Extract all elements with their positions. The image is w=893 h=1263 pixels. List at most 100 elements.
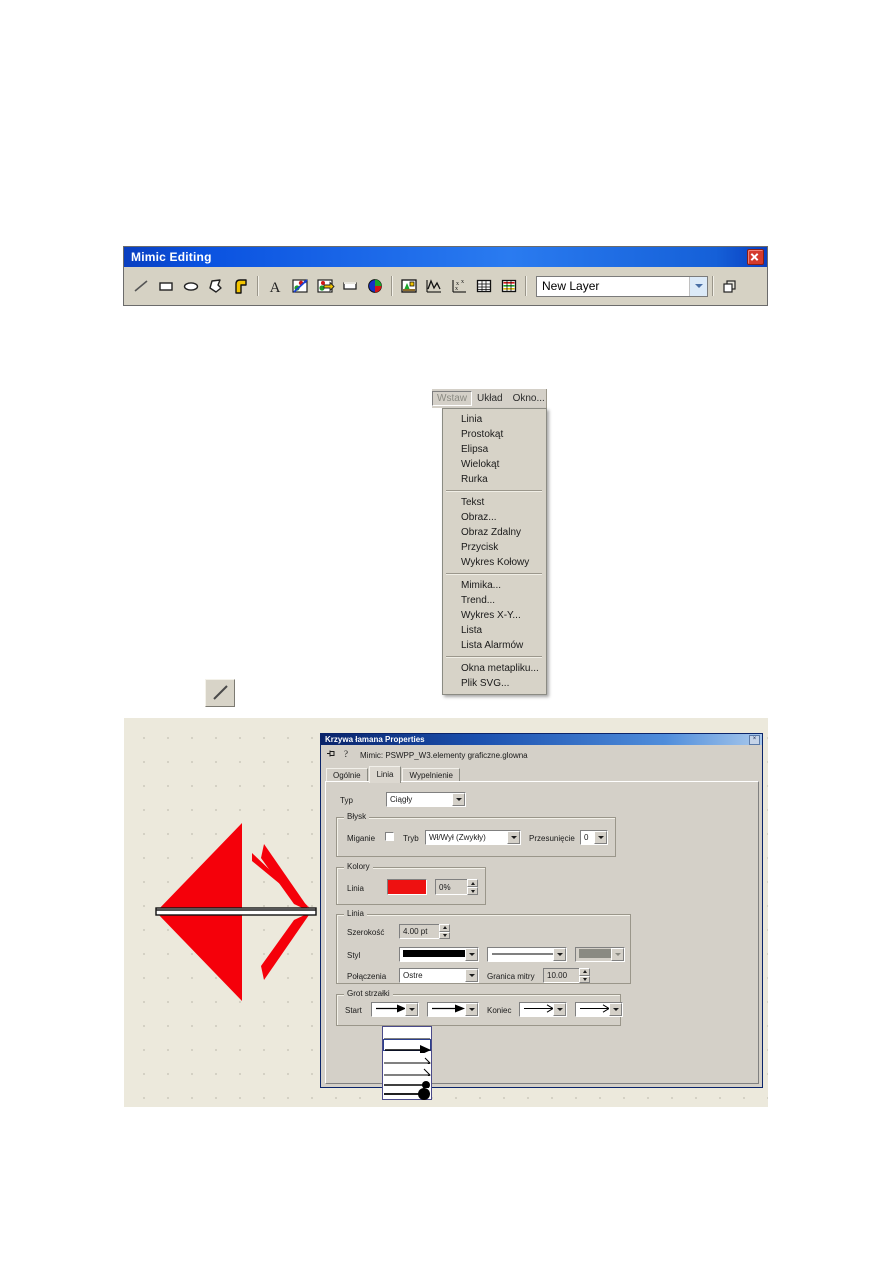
- start-arrow-select-2[interactable]: [427, 1002, 479, 1017]
- svg-text:x: x: [455, 286, 458, 292]
- line-tool[interactable]: [128, 274, 153, 299]
- layer-select[interactable]: New Layer: [536, 275, 708, 297]
- miganie-label: Miganie: [347, 834, 376, 843]
- image-tool[interactable]: [287, 274, 312, 299]
- stepper-up[interactable]: [439, 924, 450, 932]
- pipe-tool[interactable]: [228, 274, 253, 299]
- menu-item-rurka[interactable]: Rurka: [443, 472, 546, 487]
- alarm-list-tool[interactable]: [496, 274, 521, 299]
- koniec-arrow-select-2[interactable]: [575, 1002, 623, 1017]
- stepper-up[interactable]: [467, 879, 478, 887]
- mimic-tool[interactable]: [396, 274, 421, 299]
- text-tool[interactable]: A: [262, 274, 287, 299]
- ellipse-tool[interactable]: [178, 274, 203, 299]
- arrow-option-small-dot[interactable]: [383, 1075, 431, 1089]
- pushpin-icon[interactable]: [326, 746, 337, 764]
- arrow-option-large-dot[interactable]: [383, 1087, 431, 1100]
- linia-color-swatch[interactable]: [387, 879, 427, 895]
- tryb-select[interactable]: Wł/Wył (Zwykły): [425, 830, 521, 845]
- szerokosc-field[interactable]: 4.00 pt: [399, 924, 441, 939]
- grot-group-label: Grot strzałki: [344, 989, 393, 998]
- granica-mitry-field[interactable]: 10.00: [543, 968, 581, 983]
- menu-uklad[interactable]: Układ: [472, 391, 508, 406]
- styl-preview-thin-line: [488, 948, 553, 961]
- layer-select-value: New Layer: [542, 279, 600, 293]
- typ-select[interactable]: Ciągły: [386, 792, 466, 807]
- menu-item-tekst[interactable]: Tekst: [443, 495, 546, 510]
- granica-mitry-stepper[interactable]: [579, 968, 590, 983]
- typ-label: Typ: [340, 796, 353, 805]
- koniec-arrow-select-1[interactable]: [519, 1002, 567, 1017]
- chevron-down-icon[interactable]: [553, 1003, 566, 1016]
- miganie-checkbox[interactable]: [385, 832, 394, 841]
- duplicate-windows-icon[interactable]: [717, 274, 742, 299]
- menu-item-trend[interactable]: Trend...: [443, 593, 546, 608]
- list-tool[interactable]: [471, 274, 496, 299]
- chevron-down-icon[interactable]: [553, 948, 566, 961]
- linia-group: Linia Szerokość 4.00 pt Styl Połączenia …: [336, 909, 631, 984]
- styl-select-3[interactable]: [575, 947, 625, 962]
- polaczenia-select[interactable]: Ostre: [399, 968, 479, 983]
- stepper-down[interactable]: [467, 887, 478, 895]
- arrow-option-none[interactable]: [383, 1027, 431, 1040]
- help-question-icon[interactable]: ?: [341, 746, 352, 764]
- menu-item-plik-svg[interactable]: Plik SVG...: [443, 676, 546, 691]
- arrow-option-filled-triangle[interactable]: [383, 1039, 431, 1055]
- arrow-option-thin-open[interactable]: [383, 1063, 431, 1080]
- menu-okno[interactable]: Okno...: [508, 391, 550, 406]
- start-arrow-select-1[interactable]: [371, 1002, 419, 1017]
- menu-item-linia[interactable]: Linia: [443, 412, 546, 427]
- stepper-down[interactable]: [439, 931, 450, 939]
- styl-preview-gray-disabled: [576, 948, 611, 961]
- przesuniecie-label: Przesunięcie: [529, 834, 575, 843]
- menu-item-lista[interactable]: Lista: [443, 623, 546, 638]
- styl-select-1[interactable]: [399, 947, 479, 962]
- menu-item-mimika[interactable]: Mimika...: [443, 578, 546, 593]
- menu-item-wielokat[interactable]: Wielokąt: [443, 457, 546, 472]
- menu-item-wykres-kolowy[interactable]: Wykres Kołowy: [443, 555, 546, 570]
- menu-item-elipsa[interactable]: Elipsa: [443, 442, 546, 457]
- button-tool[interactable]: [337, 274, 362, 299]
- chevron-down-icon[interactable]: [465, 969, 478, 982]
- toolbar-separator: [708, 275, 717, 297]
- menu-separator: [446, 656, 542, 658]
- start-label: Start: [345, 1006, 362, 1015]
- linia-percent-field[interactable]: 0%: [435, 879, 469, 895]
- chevron-down-icon[interactable]: [507, 831, 520, 844]
- chevron-down-icon[interactable]: [594, 831, 607, 844]
- remote-image-tool[interactable]: [312, 274, 337, 299]
- tab-linia[interactable]: Linia: [368, 766, 402, 783]
- xy-plot-tool[interactable]: x x x: [446, 274, 471, 299]
- chevron-down-icon[interactable]: [609, 1003, 622, 1016]
- menu-item-wykres-xy[interactable]: Wykres X-Y...: [443, 608, 546, 623]
- menu-item-prostokat[interactable]: Prostokąt: [443, 427, 546, 442]
- szerokosc-stepper[interactable]: [439, 924, 450, 939]
- menu-item-okna-metapliku[interactable]: Okna metapliku...: [443, 661, 546, 676]
- line-tool-button[interactable]: [205, 679, 235, 707]
- stepper-up[interactable]: [579, 968, 590, 976]
- rectangle-tool[interactable]: [153, 274, 178, 299]
- blysk-group: Błysk Miganie Tryb Wł/Wył (Zwykły) Przes…: [336, 812, 616, 857]
- menu-item-obraz[interactable]: Obraz...: [443, 510, 546, 525]
- arrow-option-thin-open-small[interactable]: [383, 1051, 431, 1067]
- chevron-down-icon[interactable]: [465, 948, 478, 961]
- chevron-down-icon[interactable]: [465, 1003, 478, 1016]
- trend-tool[interactable]: [421, 274, 446, 299]
- polygon-tool[interactable]: [203, 274, 228, 299]
- dialog-close-icon[interactable]: ×: [749, 734, 760, 745]
- menu-item-przycisk[interactable]: Przycisk: [443, 540, 546, 555]
- filled-arrow-head-icon: [372, 1003, 405, 1016]
- menu-wstaw[interactable]: Wstaw: [432, 391, 472, 406]
- chevron-down-icon[interactable]: [689, 276, 707, 296]
- close-icon[interactable]: [747, 249, 764, 265]
- chevron-down-icon[interactable]: [452, 793, 465, 806]
- linia-percent-stepper[interactable]: [467, 879, 478, 895]
- styl-select-2[interactable]: [487, 947, 567, 962]
- arrow-style-dropdown-list[interactable]: [382, 1026, 432, 1100]
- chevron-down-icon[interactable]: [405, 1003, 418, 1016]
- menu-item-obraz-zdalny[interactable]: Obraz Zdalny: [443, 525, 546, 540]
- pie-chart-tool[interactable]: [362, 274, 387, 299]
- stepper-down[interactable]: [579, 975, 590, 983]
- menu-item-lista-alarmow[interactable]: Lista Alarmów: [443, 638, 546, 653]
- przesuniecie-select[interactable]: 0: [580, 830, 608, 845]
